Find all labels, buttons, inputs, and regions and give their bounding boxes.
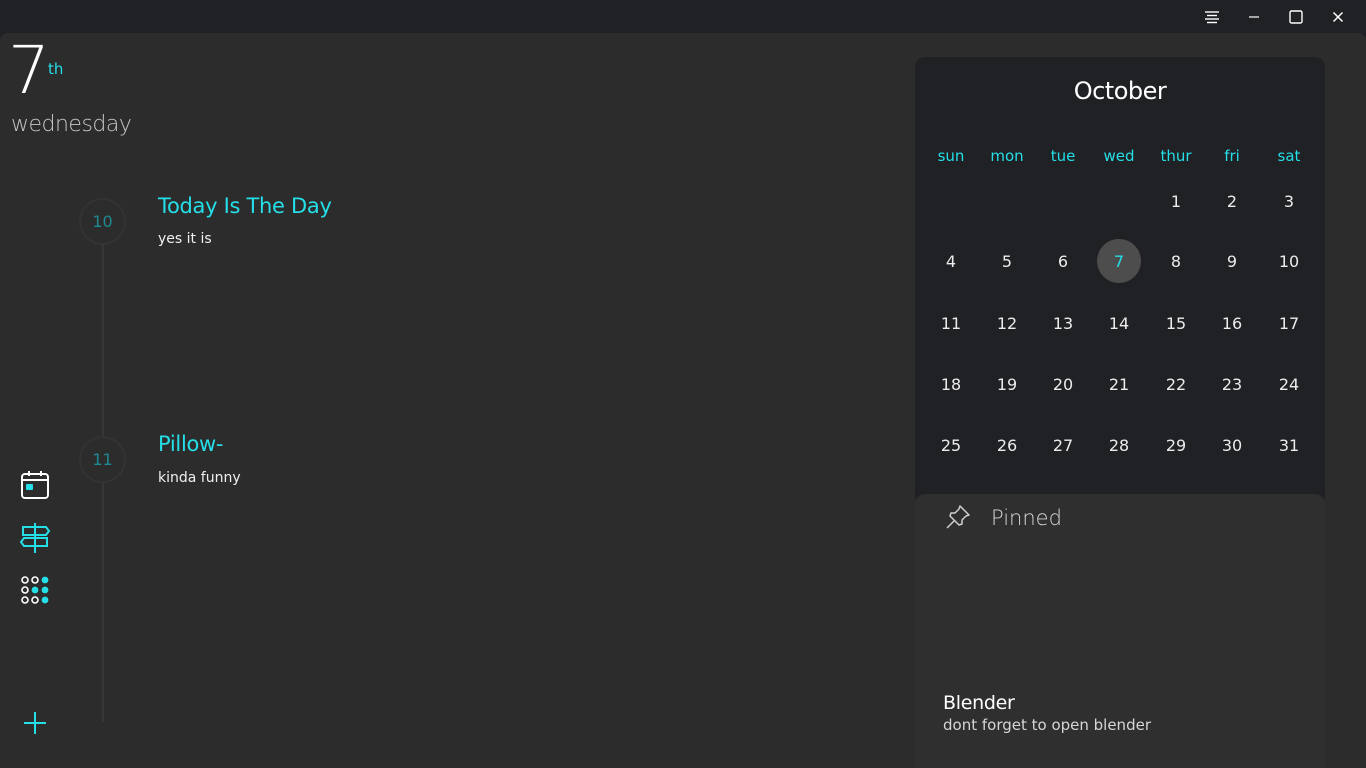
calendar-day[interactable]: 17: [1267, 301, 1311, 345]
date-suffix: th: [48, 60, 64, 78]
close-icon[interactable]: [1317, 0, 1359, 34]
calendar-day[interactable]: 24: [1267, 362, 1311, 406]
calendar-day[interactable]: 30: [1210, 423, 1254, 467]
calendar-day[interactable]: 25: [929, 423, 973, 467]
calendar-day[interactable]: 11: [929, 301, 973, 345]
calendar-card: October sun mon tue wed thur fri sat 123456789…: [915, 57, 1325, 507]
calendar-day[interactable]: 18: [929, 362, 973, 406]
calendar-day[interactable]: 10: [1267, 239, 1311, 283]
signpost-icon[interactable]: [19, 522, 51, 554]
calendar-day[interactable]: 5: [985, 239, 1029, 283]
calendar-day[interactable]: 21: [1097, 362, 1141, 406]
weekday-thur: thur: [1160, 147, 1192, 165]
calendar-day[interactable]: 2: [1210, 179, 1254, 223]
minimize-icon[interactable]: [1233, 0, 1275, 34]
timeline-hour-node: 11: [79, 436, 126, 483]
calendar-day[interactable]: 19: [985, 362, 1029, 406]
weekday-label: wednesday: [11, 112, 132, 137]
calendar-day[interactable]: 13: [1041, 301, 1085, 345]
calendar-day[interactable]: 26: [985, 423, 1029, 467]
date-number: 7: [8, 32, 50, 109]
calendar-day[interactable]: 22: [1154, 362, 1198, 406]
calendar-day[interactable]: 6: [1041, 239, 1085, 283]
calendar-day[interactable]: 23: [1210, 362, 1254, 406]
weekday-sun: sun: [937, 147, 965, 165]
weekday-wed: wed: [1103, 147, 1135, 165]
weekday-mon: mon: [990, 147, 1024, 165]
calendar-day[interactable]: 20: [1041, 362, 1085, 406]
calendar-day[interactable]: 12: [985, 301, 1029, 345]
maximize-icon[interactable]: [1275, 0, 1317, 34]
event-description: yes it is: [158, 231, 212, 247]
calendar-day[interactable]: 3: [1267, 179, 1311, 223]
calendar-day[interactable]: 29: [1154, 423, 1198, 467]
calendar-month: October: [1073, 77, 1167, 105]
calendar-day-selected[interactable]: 7: [1097, 239, 1141, 283]
pinned-title: Pinned: [991, 506, 1062, 530]
event-title[interactable]: Pillow-: [158, 432, 224, 456]
pinned-item-title[interactable]: Blender: [943, 692, 1015, 714]
calendar-day[interactable]: 31: [1267, 423, 1311, 467]
calendar-day[interactable]: 14: [1097, 301, 1141, 345]
calendar-day[interactable]: 16: [1210, 301, 1254, 345]
calendar-day[interactable]: 1: [1154, 179, 1198, 223]
add-icon[interactable]: [19, 707, 51, 739]
title-bar: [0, 0, 1366, 34]
event-description: kinda funny: [158, 470, 241, 486]
pinned-item-description: dont forget to open blender: [943, 716, 1151, 734]
calendar-day[interactable]: 15: [1154, 301, 1198, 345]
pin-icon[interactable]: [945, 504, 971, 530]
pinned-card: Pinned Blender dont forget to open blend…: [915, 494, 1325, 768]
calendar-day[interactable]: 27: [1041, 423, 1085, 467]
weekday-sat: sat: [1277, 147, 1301, 165]
calendar-day[interactable]: 9: [1210, 239, 1254, 283]
calendar-icon[interactable]: [19, 469, 51, 501]
calendar-weekday-header: sun mon tue wed thur fri sat: [915, 147, 1325, 169]
calendar-day[interactable]: 28: [1097, 423, 1141, 467]
calendar-day[interactable]: 4: [929, 239, 973, 283]
weekday-tue: tue: [1050, 147, 1076, 165]
calendar-day[interactable]: 8: [1154, 239, 1198, 283]
weekday-fri: fri: [1224, 147, 1240, 165]
timeline-hour-node: 10: [79, 198, 126, 245]
apps-grid-icon[interactable]: [19, 574, 51, 606]
menu-lines-icon[interactable]: [1191, 0, 1233, 34]
event-title[interactable]: Today Is The Day: [158, 194, 332, 218]
